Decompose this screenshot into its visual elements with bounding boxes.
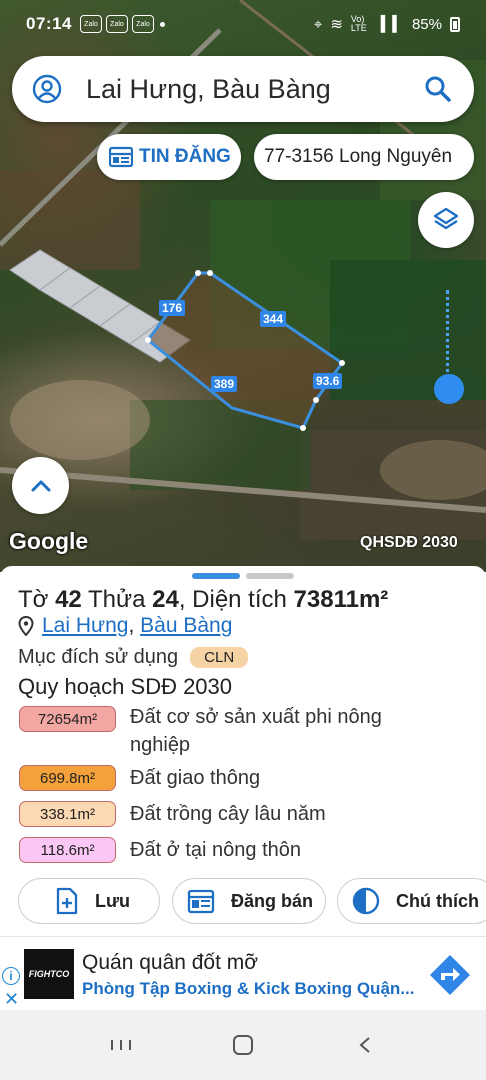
notification-dot xyxy=(159,21,165,27)
location-row: Lai Hưng , Bàu Bàng xyxy=(18,614,232,638)
sheet-number: 42 xyxy=(55,586,82,613)
listings-chip-label: TIN ĐĂNG xyxy=(139,146,231,167)
plot-prefix: Thửa xyxy=(88,586,146,613)
wifi-icon: ≋ xyxy=(330,16,343,33)
parcel-info-sheet: Tờ 42 Thửa 24, Diện tích 73811m² Lai Hưn… xyxy=(0,566,486,936)
land-use-label: Đất cơ sở sản xuất phi nông nghiệp xyxy=(130,706,382,756)
district-link[interactable]: Bàu Bàng xyxy=(140,614,232,638)
system-status: ⌖ ≋ Vo) LTE ▍▍ 85% xyxy=(314,15,460,33)
land-use-label: Đất ở tại nông thôn xyxy=(130,839,302,861)
pager-dot[interactable] xyxy=(246,573,294,579)
land-use-row: 118.6m² Đất ở tại nông thôn xyxy=(19,837,430,864)
area-value: 73811m² xyxy=(293,586,389,613)
google-logo: Google xyxy=(9,528,89,554)
signal-icon: ▍▍ xyxy=(380,16,404,33)
zalo-icon: Zalo xyxy=(105,15,128,33)
map-view[interactable]: 176 344 389 93.6 07:14 Zalo Zalo Zalo ⌖ … xyxy=(0,0,486,572)
layers-button[interactable] xyxy=(418,192,474,248)
collapse-button[interactable] xyxy=(12,457,69,514)
land-use-area: 72654m² xyxy=(19,706,116,732)
back-icon[interactable] xyxy=(350,1035,380,1055)
system-nav-bar xyxy=(0,1010,486,1080)
land-use-label: Đất giao thông xyxy=(130,767,261,789)
purpose-code-badge: CLN xyxy=(190,647,249,668)
parcel-title: Tờ 42 Thửa 24, Diện tích 73811m² xyxy=(18,586,388,614)
save-button[interactable]: Lưu xyxy=(18,878,160,924)
clock: 07:14 xyxy=(26,14,72,33)
search-bar[interactable]: Lai Hưng, Bàu Bàng xyxy=(12,56,474,122)
status-bar: 07:14 Zalo Zalo Zalo ⌖ ≋ Vo) LTE ▍▍ 85% xyxy=(0,0,486,48)
ad-info-icon[interactable]: i xyxy=(2,967,20,985)
land-use-area: 699.8m² xyxy=(19,765,116,791)
purpose-label: Mục đích sử dụng xyxy=(18,646,179,668)
zalo-icon: Zalo xyxy=(79,15,102,33)
network-label: Vo) LTE xyxy=(350,14,367,33)
commune-link[interactable]: Lai Hưng xyxy=(42,614,128,638)
battery-icon xyxy=(450,16,460,32)
edge-label-93-6: 93.6 xyxy=(313,373,343,389)
contrast-icon xyxy=(352,887,380,915)
post-sale-button[interactable]: Đăng bán xyxy=(172,878,326,924)
listing-icon xyxy=(109,146,133,168)
post-sale-button-label: Đăng bán xyxy=(231,890,314,911)
recent-apps-icon[interactable] xyxy=(106,1035,136,1055)
layers-icon xyxy=(433,207,459,230)
add-file-icon xyxy=(56,887,78,915)
area-prefix: , Diện tích xyxy=(178,586,287,613)
land-use-row: 72654m² Đất cơ sở sản xuất phi nông nghi… xyxy=(19,706,430,759)
chevron-up-icon xyxy=(31,480,50,491)
account-icon[interactable] xyxy=(32,74,62,104)
land-use-area: 118.6m² xyxy=(19,837,116,863)
ad-banner[interactable]: i ✕ FIGHTCO Quán quân đốt mỡ Phòng Tập B… xyxy=(0,936,486,1010)
directions-icon[interactable] xyxy=(428,953,472,997)
zalo-icon: Zalo xyxy=(131,15,154,33)
battery-label: 85% xyxy=(411,15,442,33)
notification-icons: Zalo Zalo Zalo xyxy=(79,15,154,33)
opacity-slider-track[interactable] xyxy=(446,290,450,386)
pager-dot-active[interactable] xyxy=(192,573,240,579)
calendar-icon xyxy=(187,889,215,914)
land-use-area: 338.1m² xyxy=(19,801,116,827)
edge-label-176: 176 xyxy=(159,300,186,316)
location-pin-icon xyxy=(18,616,34,636)
search-icon[interactable] xyxy=(424,75,452,103)
land-use-row: 699.8m² Đất giao thông xyxy=(19,765,430,792)
land-use-row: 338.1m² Đất trồng cây lâu năm xyxy=(19,801,430,828)
save-button-label: Lưu xyxy=(95,890,131,911)
active-layer-label: QHSDĐ 2030 xyxy=(360,534,458,551)
legend-button-label: Chú thích xyxy=(396,890,479,911)
phone-chip[interactable]: 77-3156 Long Nguyên xyxy=(254,134,474,180)
plan-title: Quy hoạch SDĐ 2030 xyxy=(18,674,233,699)
opacity-slider-handle[interactable] xyxy=(434,374,464,404)
purpose-row: Mục đích sử dụng CLN xyxy=(18,646,249,669)
ad-logo: FIGHTCO xyxy=(24,949,74,999)
edge-label-344: 344 xyxy=(260,311,287,327)
sheet-prefix: Tờ xyxy=(18,586,49,613)
phone-chip-label: 77-3156 Long Nguyên xyxy=(264,146,453,167)
land-use-label: Đất trồng cây lâu năm xyxy=(130,803,326,825)
sheet-pager[interactable] xyxy=(192,573,294,579)
legend-button[interactable]: Chú thích xyxy=(337,878,486,924)
search-query[interactable]: Lai Hưng, Bàu Bàng xyxy=(86,74,424,105)
plot-number: 24 xyxy=(152,586,179,613)
edge-label-389: 389 xyxy=(211,376,238,392)
listings-chip[interactable]: TIN ĐĂNG xyxy=(97,134,241,180)
ad-headline[interactable]: Quán quân đốt mỡ xyxy=(82,951,258,975)
ad-close-icon[interactable]: ✕ xyxy=(4,989,19,1010)
location-icon: ⌖ xyxy=(313,15,323,33)
location-separator: , xyxy=(128,614,135,637)
home-icon[interactable] xyxy=(228,1035,258,1055)
ad-subline[interactable]: Phòng Tập Boxing & Kick Boxing Quận... xyxy=(82,979,422,999)
